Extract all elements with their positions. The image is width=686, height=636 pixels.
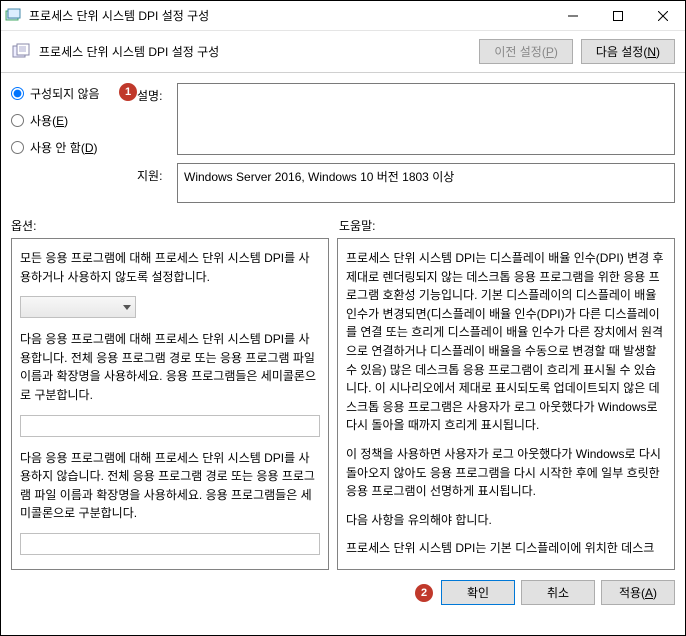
chevron-down-icon <box>123 305 131 310</box>
help-text-3: 다음 사항을 유의해야 합니다. <box>346 511 664 530</box>
radio-disabled[interactable]: 사용 안 함(D) <box>11 139 129 156</box>
radio-column: 구성되지 않음 1 사용(E) 사용 안 함(D) <box>11 83 129 203</box>
support-textarea: Windows Server 2016, Windows 10 버전 1803 … <box>177 163 675 203</box>
description-column: 설명: 지원: Windows Server 2016, Windows 10 … <box>137 83 675 203</box>
window-title: 프로세스 단위 시스템 DPI 설정 구성 <box>25 7 550 24</box>
description-textarea[interactable] <box>177 83 675 155</box>
support-label: 지원: <box>137 163 169 203</box>
footer-row: 2 확인 취소 적용(A) <box>1 570 685 605</box>
close-button[interactable] <box>640 1 685 30</box>
panels-row: 모든 응용 프로그램에 대해 프로세스 단위 시스템 DPI를 사용하거나 사용… <box>1 238 685 570</box>
ok-button[interactable]: 확인 <box>441 580 515 605</box>
header-row: 프로세스 단위 시스템 DPI 설정 구성 이전 설정(P) 다음 설정(N) <box>1 31 685 73</box>
options-text-2: 다음 응용 프로그램에 대해 프로세스 단위 시스템 DPI를 사용합니다. 전… <box>20 330 320 404</box>
radio-disabled-input[interactable] <box>11 141 24 154</box>
options-include-textfield[interactable] <box>20 415 320 437</box>
radio-disabled-label: 사용 안 함(D) <box>30 139 98 156</box>
help-text-1: 프로세스 단위 시스템 DPI는 디스플레이 배율 인수(DPI) 변경 후 제… <box>346 249 664 435</box>
radio-not-configured[interactable]: 구성되지 않음 1 <box>11 85 129 102</box>
radio-enabled-label: 사용(E) <box>30 112 68 129</box>
annotation-badge-1: 1 <box>119 83 137 101</box>
radio-enabled[interactable]: 사용(E) <box>11 112 129 129</box>
header-title: 프로세스 단위 시스템 DPI 설정 구성 <box>39 43 471 60</box>
policy-icon <box>11 42 31 62</box>
options-exclude-textfield[interactable] <box>20 533 320 555</box>
annotation-badge-2: 2 <box>415 584 433 602</box>
next-setting-button[interactable]: 다음 설정(N) <box>581 39 675 64</box>
minimize-button[interactable] <box>550 1 595 30</box>
radio-not-configured-label: 구성되지 않음 <box>30 85 100 102</box>
options-text-3: 다음 응용 프로그램에 대해 프로세스 단위 시스템 DPI를 사용하지 않습니… <box>20 449 320 523</box>
radio-enabled-input[interactable] <box>11 114 24 127</box>
cancel-button[interactable]: 취소 <box>521 580 595 605</box>
options-label: 옵션: <box>11 217 339 234</box>
app-icon <box>1 8 25 24</box>
help-scroll[interactable]: 프로세스 단위 시스템 DPI는 디스플레이 배율 인수(DPI) 변경 후 제… <box>346 249 670 559</box>
help-text-2: 이 정책을 사용하면 사용자가 로그 아웃했다가 Windows로 다시 돌아오… <box>346 445 664 501</box>
radio-not-configured-input[interactable] <box>11 87 24 100</box>
maximize-button[interactable] <box>595 1 640 30</box>
help-label: 도움말: <box>339 217 375 234</box>
options-dropdown[interactable] <box>20 296 136 318</box>
titlebar: 프로세스 단위 시스템 DPI 설정 구성 <box>1 1 685 31</box>
description-label: 설명: <box>137 83 169 155</box>
options-text-1: 모든 응용 프로그램에 대해 프로세스 단위 시스템 DPI를 사용하거나 사용… <box>20 249 320 286</box>
prev-setting-button[interactable]: 이전 설정(P) <box>479 39 573 64</box>
apply-button[interactable]: 적용(A) <box>601 580 675 605</box>
options-panel: 모든 응용 프로그램에 대해 프로세스 단위 시스템 DPI를 사용하거나 사용… <box>11 238 329 570</box>
help-panel: 프로세스 단위 시스템 DPI는 디스플레이 배율 인수(DPI) 변경 후 제… <box>337 238 675 570</box>
section-labels-row: 옵션: 도움말: <box>1 209 685 238</box>
config-area: 구성되지 않음 1 사용(E) 사용 안 함(D) 설명: 지원: Window… <box>1 73 685 209</box>
help-text-4: 프로세스 단위 시스템 DPI는 기본 디스플레이에 위치한 데스크톱 응용 프… <box>346 539 664 559</box>
